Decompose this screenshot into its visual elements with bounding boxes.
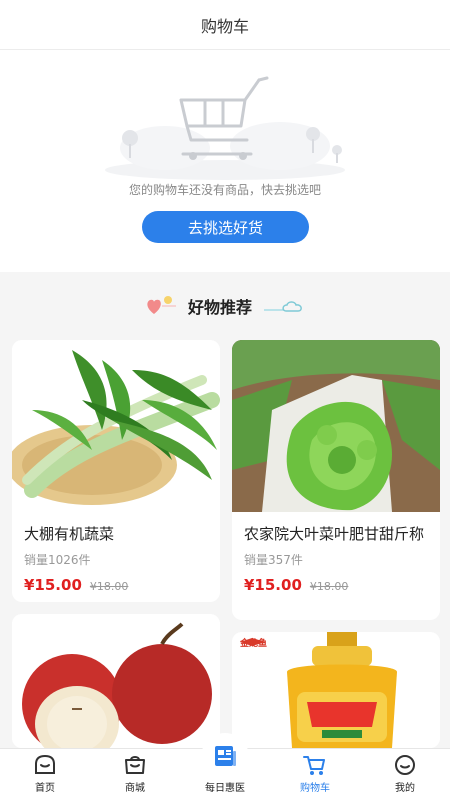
product-card[interactable]: 金龙鱼 [232, 632, 440, 748]
nav-header: 购物车 [0, 0, 450, 50]
profile-icon [395, 755, 415, 775]
product-price: ¥15.00 [24, 576, 82, 594]
tab-label: 我的 [395, 783, 415, 794]
lettuce-field-image [232, 340, 440, 512]
product-name: 农家院大叶菜叶肥甘甜斤称 [244, 525, 425, 543]
tab-label: 首页 [35, 783, 55, 794]
tab-label: 购物车 [300, 783, 330, 794]
recommend-header: 好物推荐 [0, 290, 450, 322]
tab-daily-medical[interactable]: 每日惠医 [180, 733, 270, 800]
tab-home[interactable]: 首页 [0, 749, 90, 800]
product-sales: 销量1026件 [24, 553, 91, 567]
product-card[interactable]: 大棚有机蔬菜 销量1026件 ¥15.00 ¥18.00 [12, 340, 220, 602]
product-name: 大棚有机蔬菜 [24, 525, 115, 543]
heart-balloon-icon [147, 296, 176, 314]
product-card[interactable]: 农家院大叶菜叶肥甘甜斤称 销量357件 ¥15.00 ¥18.00 [232, 340, 440, 620]
empty-cart-message: 您的购物车还没有商品，快去挑选吧 [128, 183, 321, 197]
product-card[interactable] [12, 614, 220, 748]
cart-icon [303, 756, 325, 775]
product-sales: 销量357件 [244, 553, 303, 567]
product-old-price: ¥18.00 [89, 580, 129, 593]
brand-label: 金龙鱼 [240, 639, 268, 649]
product-image[interactable]: 金龙鱼 [232, 632, 440, 748]
tab-label: 每日惠医 [205, 783, 245, 794]
go-shopping-button[interactable]: 去挑选好货 [142, 211, 309, 243]
tab-label: 商城 [125, 783, 145, 794]
empty-cart-section: 您的购物车还没有商品，快去挑选吧 去挑选好货 [0, 50, 450, 272]
center-tab-bubble [201, 733, 249, 781]
news-icon [215, 745, 236, 766]
product-price: ¥15.00 [244, 576, 302, 594]
tab-profile[interactable]: 我的 [360, 749, 450, 800]
product-image[interactable] [12, 614, 220, 748]
page-title: 购物车 [200, 16, 249, 36]
cloud-icon [264, 301, 302, 312]
product-image[interactable] [12, 340, 220, 512]
recommend-title: 好物推荐 [187, 298, 252, 317]
tab-shop[interactable]: 商城 [90, 749, 180, 800]
bottom-tab-bar: 首页 商城 每日惠医 购物车 我的 [0, 733, 450, 800]
apple-image [22, 622, 212, 748]
shop-icon [125, 756, 145, 774]
product-image[interactable] [232, 340, 440, 512]
empty-cart-illustration [105, 76, 345, 180]
tab-cart[interactable]: 购物车 [270, 749, 360, 800]
product-old-price: ¥18.00 [309, 580, 349, 593]
oil-bottle-image [236, 632, 397, 748]
vegetable-image [12, 350, 220, 505]
home-icon [35, 754, 55, 774]
